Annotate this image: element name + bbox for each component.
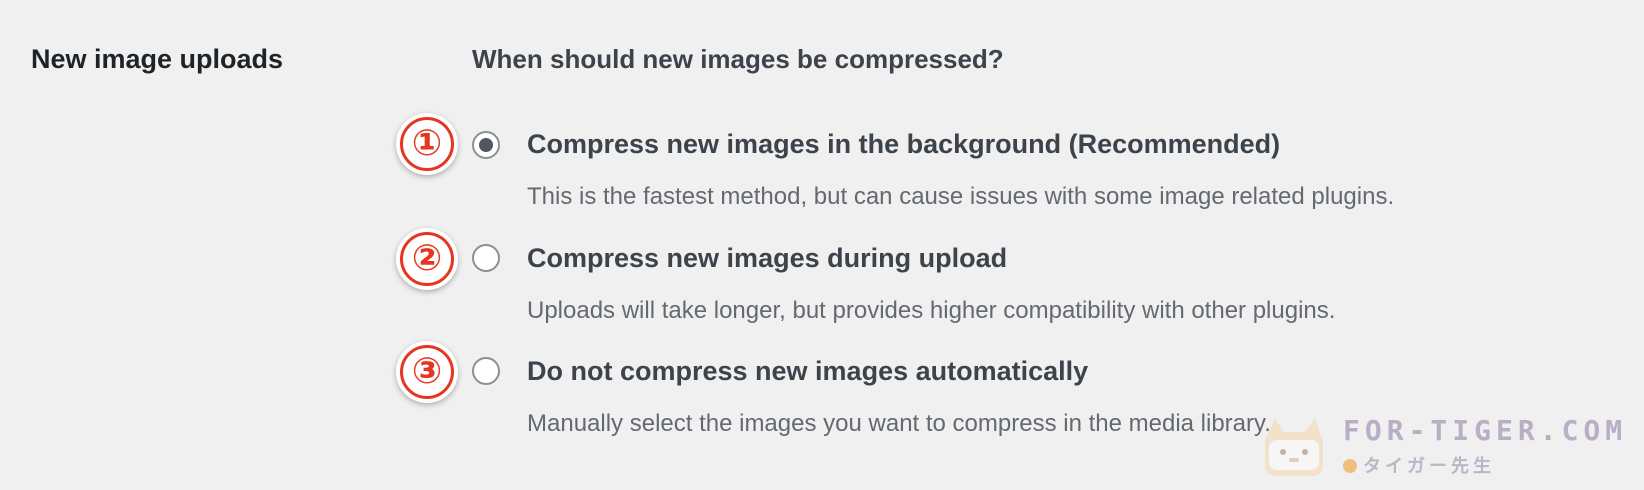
option-label-during-upload[interactable]: Compress new images during upload (527, 243, 1007, 274)
radio-during-upload[interactable] (472, 244, 500, 272)
option-description-do-not-compress: Manually select the images you want to c… (527, 410, 1271, 437)
radio-do-not-compress[interactable] (472, 357, 500, 385)
watermark-dot-icon (1343, 459, 1357, 473)
option-label-do-not-compress[interactable]: Do not compress new images automatically (527, 356, 1088, 387)
row-title: New image uploads (31, 44, 284, 74)
option-description-during-upload: Uploads will take longer, but provides h… (527, 297, 1336, 324)
watermark-subtext-label: タイガー先生 (1363, 456, 1495, 477)
question-legend: When should new images be compressed? (472, 44, 1004, 74)
site-watermark: FOR-TIGER.COM タイガー先生 (1255, 410, 1635, 486)
watermark-text: FOR-TIGER.COM (1343, 414, 1628, 447)
radio-selected-dot (479, 138, 493, 152)
step-marker-2: ② (396, 228, 458, 290)
radio-background[interactable] (472, 131, 500, 159)
option-description-background: This is the fastest method, but can caus… (527, 183, 1395, 210)
step-marker-3: ③ (396, 341, 458, 403)
step-marker-1: ① (396, 113, 458, 175)
option-label-background[interactable]: Compress new images in the background (R… (527, 129, 1280, 160)
tiger-mascot-icon (1265, 418, 1323, 476)
watermark-subtext: タイガー先生 (1343, 452, 1495, 478)
